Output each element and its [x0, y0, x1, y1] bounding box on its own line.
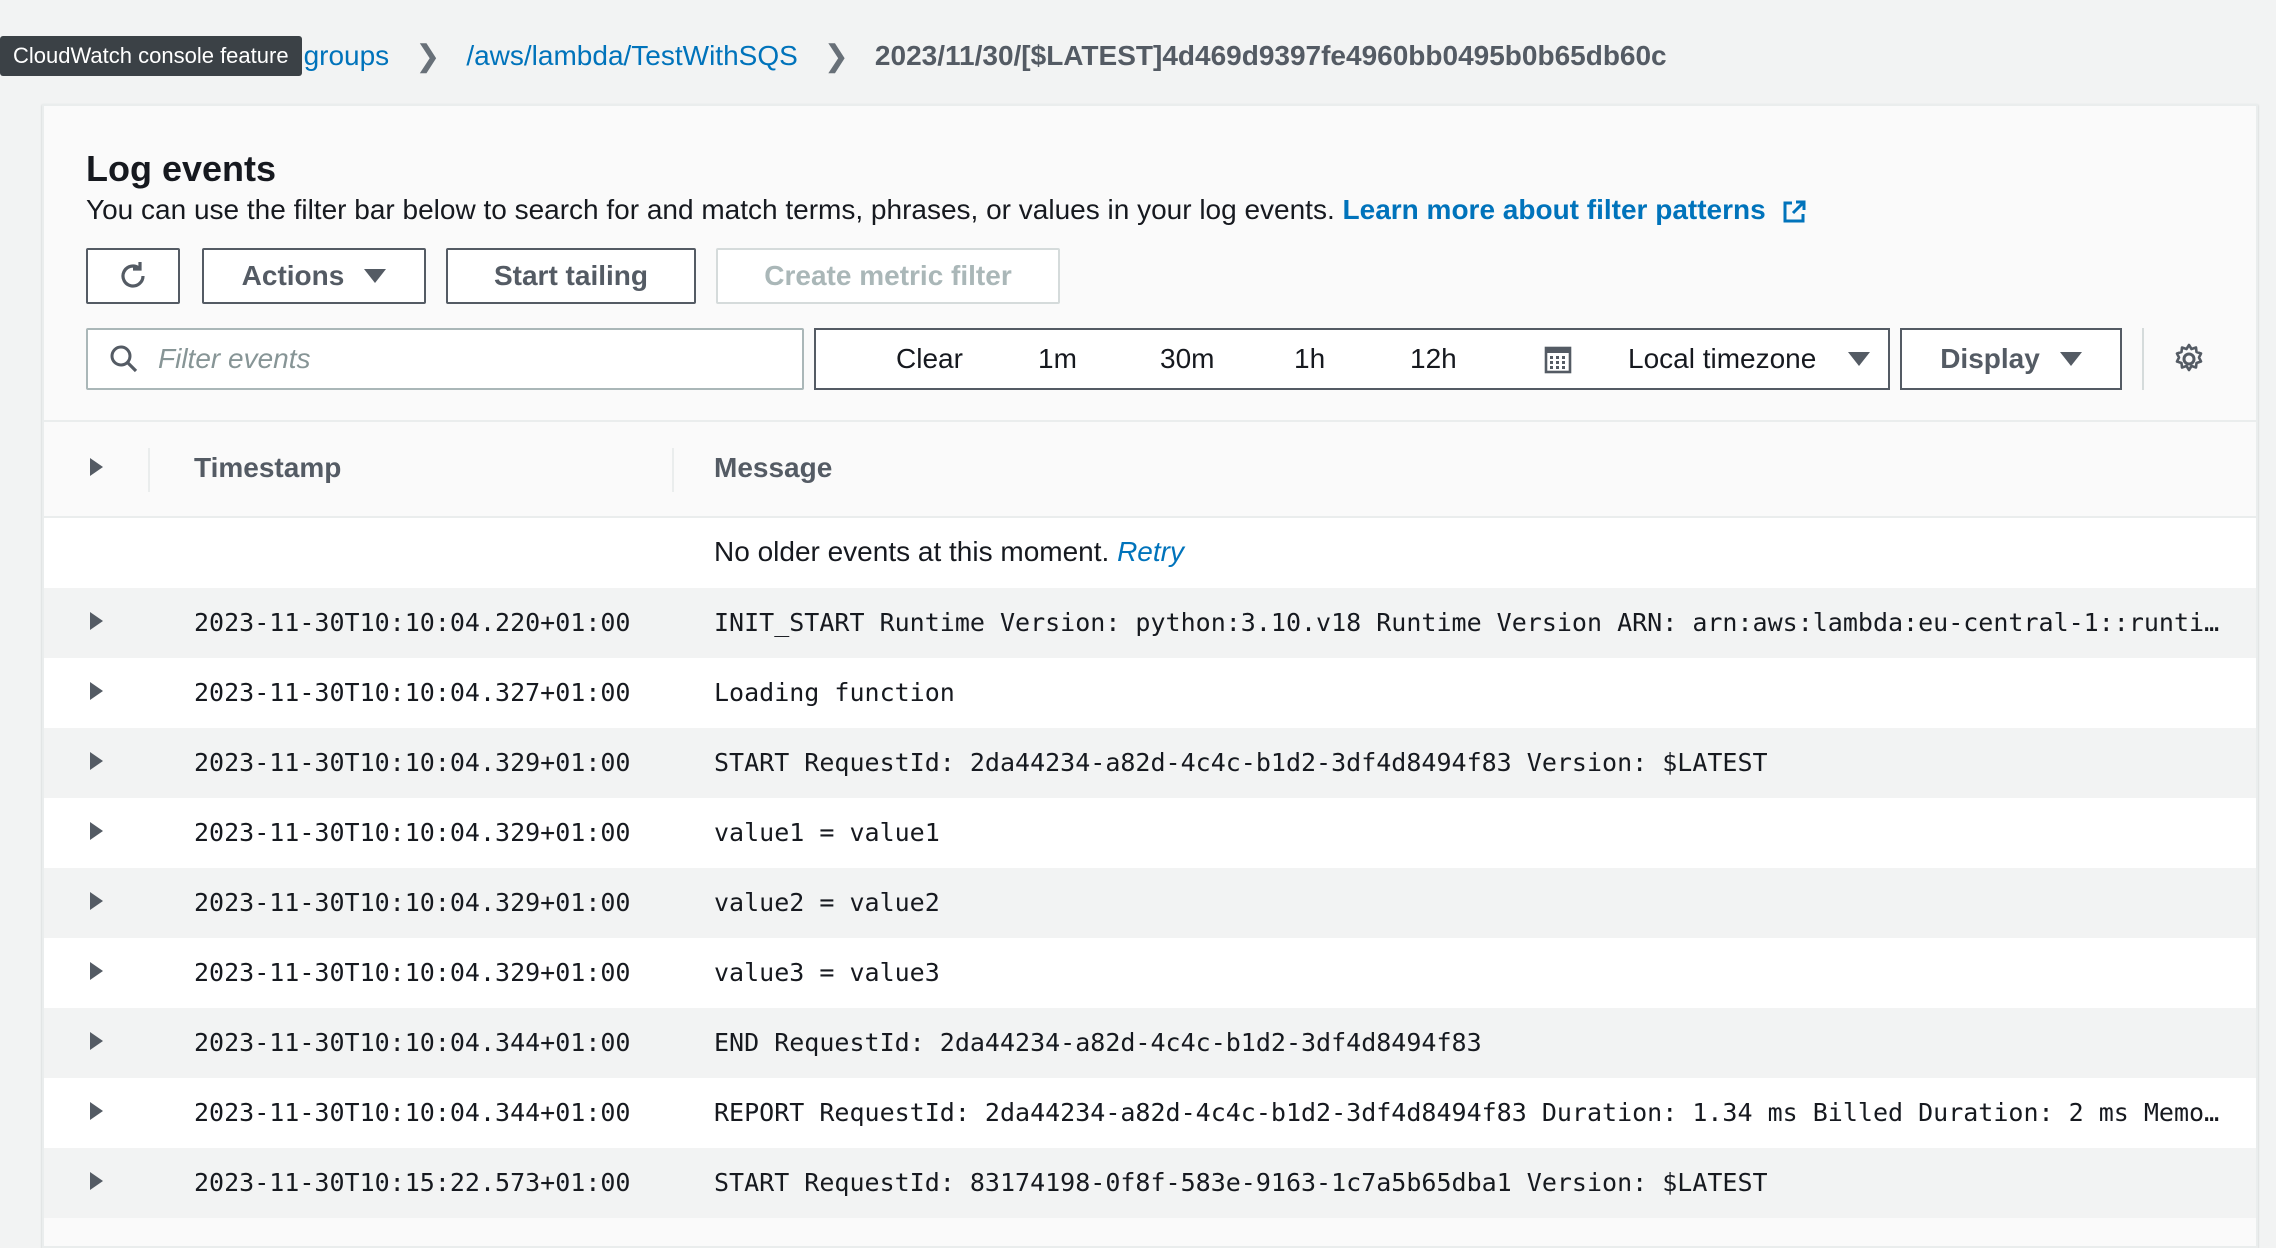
gear-icon[interactable] [2172, 342, 2206, 376]
row-message: INIT_START Runtime Version: python:3.10.… [714, 608, 2220, 637]
table-row[interactable]: 2023-11-30T10:10:04.220+01:00 INIT_START … [44, 588, 2256, 658]
table-row[interactable]: 2023-11-30T10:10:04.327+01:00 Loading fun… [44, 658, 2256, 728]
time-range-1m[interactable]: 1m [1038, 343, 1077, 375]
row-message: START RequestId: 83174198-0f8f-583e-9163… [714, 1168, 1768, 1197]
time-range-30m[interactable]: 30m [1160, 343, 1214, 375]
row-message: Loading function [714, 678, 955, 707]
external-link-icon[interactable] [1781, 199, 1807, 225]
page-title: Log events [86, 148, 277, 189]
table-row[interactable]: 2023-11-30T10:10:04.329+01:00 value1 = va… [44, 798, 2256, 868]
breadcrumb-log-group[interactable]: /aws/lambda/TestWithSQS [466, 40, 797, 72]
start-tailing-button[interactable]: Start tailing [446, 248, 696, 304]
table-row[interactable]: 2023-11-30T10:10:04.344+01:00 END Request… [44, 1008, 2256, 1078]
expand-row-icon[interactable] [90, 682, 103, 700]
calendar-icon[interactable] [1544, 346, 1572, 374]
filter-events-input[interactable] [156, 342, 760, 376]
expand-row-icon[interactable] [90, 822, 103, 840]
log-events-panel: Log events You can use the filter bar be… [42, 104, 2258, 1248]
caret-down-icon [2059, 352, 2082, 366]
row-timestamp: 2023-11-30T10:10:04.220+01:00 [194, 608, 631, 637]
row-timestamp: 2023-11-30T10:10:04.329+01:00 [194, 958, 631, 987]
row-timestamp: 2023-11-30T10:10:04.327+01:00 [194, 678, 631, 707]
row-timestamp: 2023-11-30T10:10:04.344+01:00 [194, 1098, 631, 1127]
table-row[interactable]: 2023-11-30T10:15:22.573+01:00 START Reque… [44, 1148, 2256, 1218]
caret-down-icon [1848, 352, 1870, 366]
search-icon [110, 345, 138, 373]
page-description: You can use the filter bar below to sear… [86, 194, 1807, 226]
expand-all-icon[interactable] [90, 458, 103, 476]
breadcrumb-log-groups[interactable]: groups [304, 40, 390, 72]
feature-tooltip: CloudWatch console feature [0, 36, 302, 76]
row-message: END RequestId: 2da44234-a82d-4c4c-b1d2-3… [714, 1028, 1482, 1057]
expand-row-icon[interactable] [90, 962, 103, 980]
breadcrumb: CloudWatch console feature groups ❯ /aws… [0, 30, 1667, 82]
row-timestamp: 2023-11-30T10:10:04.329+01:00 [194, 748, 631, 777]
retry-link[interactable]: Retry [1117, 536, 1184, 567]
row-timestamp: 2023-11-30T10:15:22.573+01:00 [194, 1168, 631, 1197]
table-row[interactable]: 2023-11-30T10:10:04.329+01:00 START Reque… [44, 728, 2256, 798]
learn-more-link[interactable]: Learn more about filter patterns [1343, 194, 1766, 225]
timezone-label: Local timezone [1628, 343, 1817, 374]
refresh-button[interactable] [86, 248, 180, 304]
create-metric-filter-button[interactable]: Create metric filter [716, 248, 1060, 304]
time-range-selector: Clear 1m 30m 1h 12h [814, 328, 1614, 390]
no-older-events-row: No older events at this moment. Retry [44, 518, 2256, 588]
refresh-icon [121, 262, 145, 288]
row-message: value3 = value3 [714, 958, 940, 987]
table-row[interactable]: 2023-11-30T10:10:04.329+01:00 value3 = va… [44, 938, 2256, 1008]
column-header-timestamp[interactable]: Timestamp [194, 452, 341, 484]
time-range-clear[interactable]: Clear [896, 343, 963, 375]
time-range-12h[interactable]: 12h [1410, 343, 1457, 375]
expand-row-icon[interactable] [90, 1172, 103, 1190]
expand-row-icon[interactable] [90, 752, 103, 770]
column-divider [672, 448, 674, 492]
timezone-select[interactable]: Local timezone [1612, 328, 1890, 390]
filter-events-field[interactable] [86, 328, 804, 390]
row-timestamp: 2023-11-30T10:10:04.329+01:00 [194, 818, 631, 847]
table-row[interactable]: 2023-11-30T10:10:04.344+01:00 REPORT Requ… [44, 1078, 2256, 1148]
actions-button[interactable]: Actions [202, 248, 426, 304]
row-message: value2 = value2 [714, 888, 940, 917]
no-older-events-text: No older events at this moment. [714, 536, 1110, 567]
display-label: Display [1940, 343, 2040, 374]
caret-down-icon [364, 269, 387, 283]
row-timestamp: 2023-11-30T10:10:04.344+01:00 [194, 1028, 631, 1057]
log-events-table: Timestamp Message No older events at thi… [44, 420, 2256, 1218]
row-timestamp: 2023-11-30T10:10:04.329+01:00 [194, 888, 631, 917]
row-message: value1 = value1 [714, 818, 940, 847]
expand-row-icon[interactable] [90, 1032, 103, 1050]
chevron-right-icon: ❯ [823, 39, 849, 73]
column-divider [148, 448, 150, 492]
expand-row-icon[interactable] [90, 1102, 103, 1120]
description-text: You can use the filter bar below to sear… [86, 194, 1335, 225]
expand-row-icon[interactable] [90, 892, 103, 910]
column-header-message[interactable]: Message [714, 452, 832, 484]
row-message: REPORT RequestId: 2da44234-a82d-4c4c-b1d… [714, 1098, 2220, 1127]
actions-label: Actions [241, 260, 345, 291]
chevron-right-icon: ❯ [415, 39, 441, 73]
table-row[interactable]: 2023-11-30T10:10:04.329+01:00 value2 = va… [44, 868, 2256, 938]
row-message: START RequestId: 2da44234-a82d-4c4c-b1d2… [714, 748, 1768, 777]
expand-row-icon[interactable] [90, 612, 103, 630]
time-range-1h[interactable]: 1h [1294, 343, 1325, 375]
table-header: Timestamp Message [44, 422, 2256, 518]
divider [2142, 328, 2144, 390]
breadcrumb-current: 2023/11/30/[$LATEST]4d469d9397fe4960bb04… [874, 40, 1667, 71]
display-button[interactable]: Display [1900, 328, 2122, 390]
